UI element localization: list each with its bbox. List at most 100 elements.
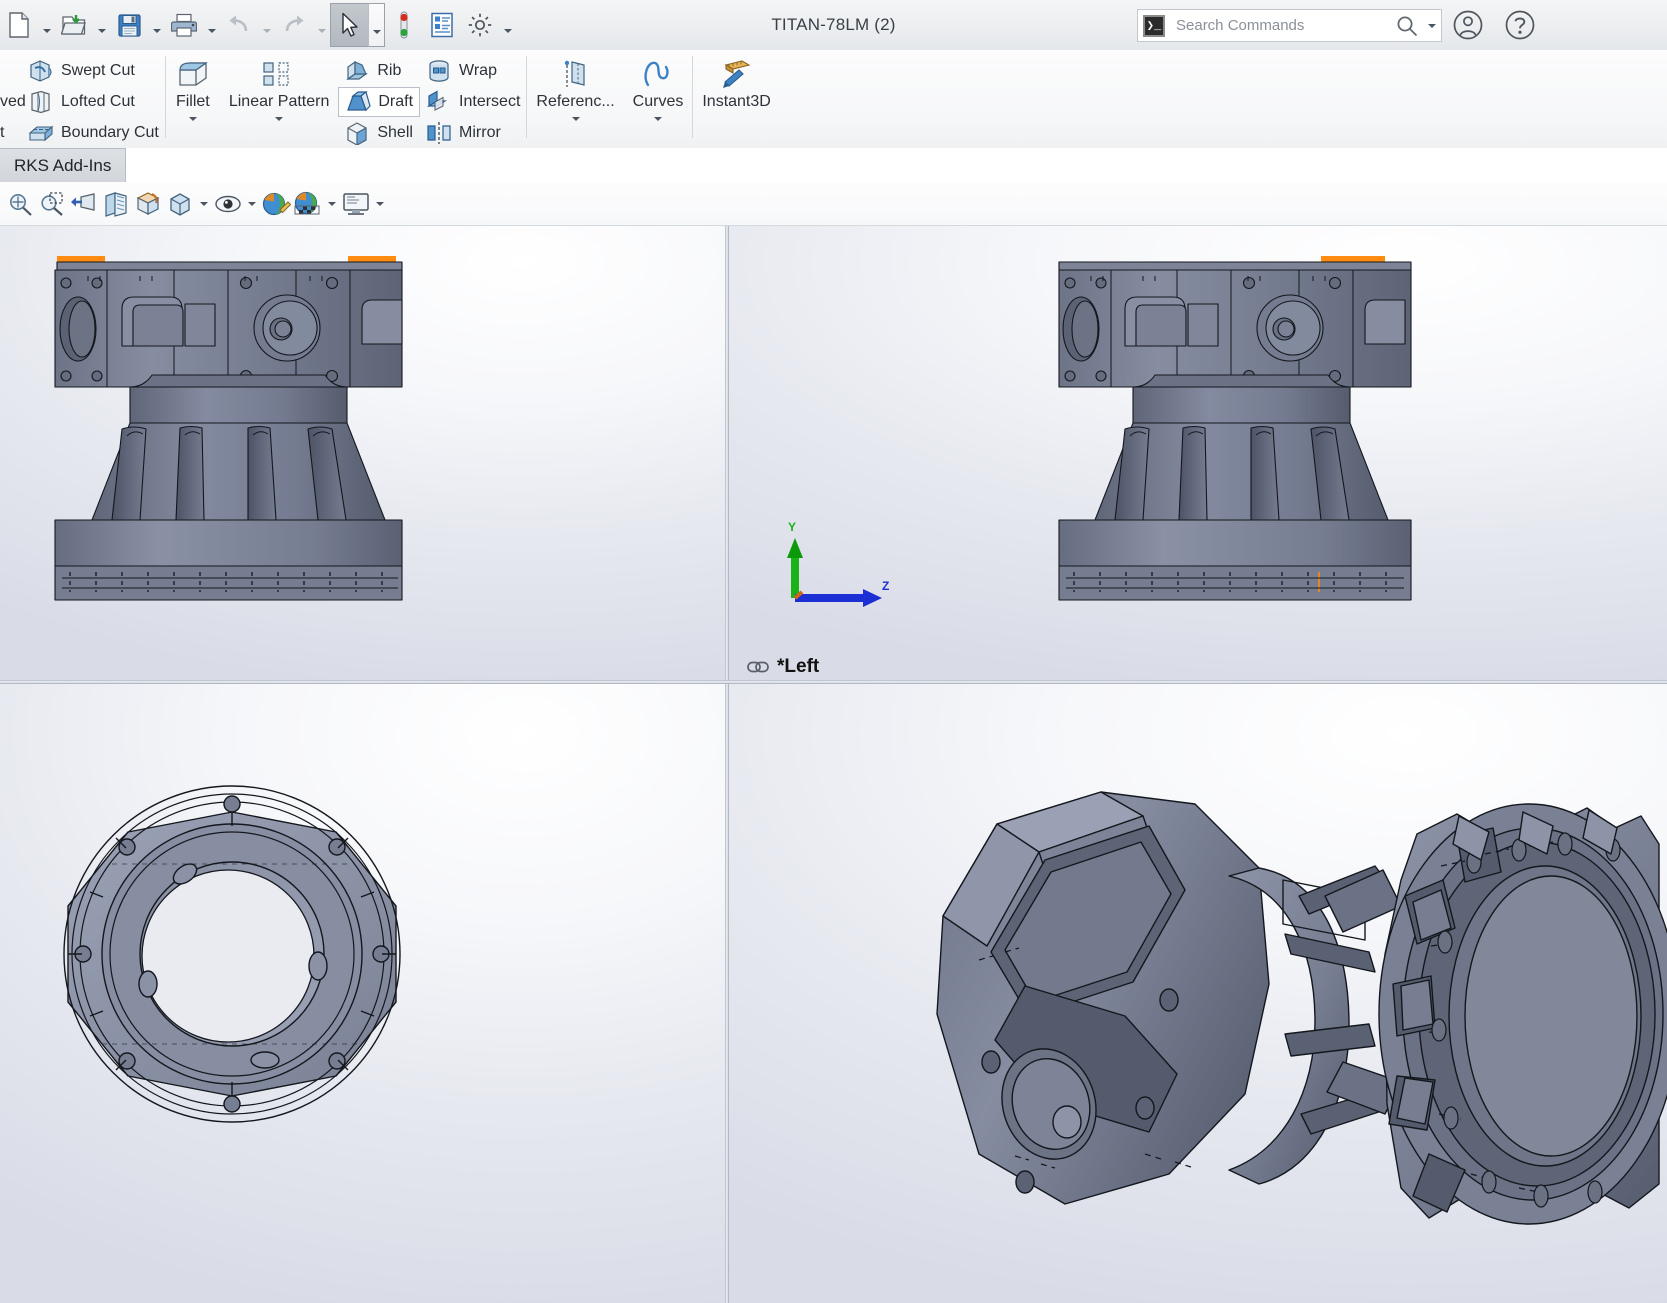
search-icon[interactable] xyxy=(1395,14,1419,38)
shell-label: Shell xyxy=(377,123,413,141)
viewport-horizontal-splitter[interactable] xyxy=(0,680,1667,684)
print-document-dropdown[interactable] xyxy=(203,4,220,46)
mirror-icon xyxy=(426,121,452,145)
lofted-cut-button[interactable]: Lofted Cut xyxy=(22,87,165,118)
redo-dropdown[interactable] xyxy=(313,4,330,46)
curves-dropdown-caret-icon[interactable] xyxy=(654,117,662,139)
rib-icon xyxy=(344,59,370,83)
file-properties-button[interactable] xyxy=(423,4,461,46)
previous-view-icon[interactable] xyxy=(68,186,100,222)
tab-solidworks-add-ins[interactable]: RKS Add-Ins xyxy=(0,148,127,182)
new-document-dropdown[interactable] xyxy=(38,4,55,46)
undo-button[interactable] xyxy=(220,4,258,46)
curves-button[interactable]: Curves xyxy=(624,50,693,148)
display-style-dropdown-caret-icon[interactable] xyxy=(196,186,212,222)
search-commands-box[interactable]: ❯_ xyxy=(1137,9,1442,42)
draft-label: Draft xyxy=(378,92,414,110)
user-account-icon[interactable] xyxy=(1452,9,1484,41)
save-document-dropdown[interactable] xyxy=(148,4,165,46)
rib-button[interactable]: Rib xyxy=(338,56,420,87)
triad-label-y: Y xyxy=(788,520,797,534)
wrap-label: Wrap xyxy=(459,62,497,80)
help-question-icon[interactable] xyxy=(1504,9,1536,41)
viewport-layout-dropdown-caret-icon[interactable] xyxy=(372,186,388,222)
swept-cut-button[interactable]: Swept Cut xyxy=(22,56,165,87)
ribbon-tab-strip: RKS Add-Ins xyxy=(0,148,1667,183)
graphics-area[interactable]: Y Z *Left xyxy=(0,226,1667,1303)
open-document-button[interactable] xyxy=(55,4,93,46)
section-view-icon[interactable] xyxy=(100,186,132,222)
linear-pattern-icon xyxy=(259,56,299,92)
ribbon-clipped-left-column: ved t xyxy=(0,50,26,148)
rebuild-traffic-light-icon[interactable] xyxy=(385,4,423,46)
curves-label: Curves xyxy=(632,93,684,110)
wrap-icon xyxy=(426,59,452,83)
qat-select-group xyxy=(330,0,385,50)
viewport-bottom-left[interactable] xyxy=(0,684,725,1303)
wrap-button[interactable]: Wrap xyxy=(420,56,526,87)
fillet-dropdown-caret-icon[interactable] xyxy=(188,117,197,139)
reference-geometry-dropdown-caret-icon[interactable] xyxy=(571,117,580,139)
reference-geometry-label: Referenc... xyxy=(536,93,615,110)
ribbon-column-rib-draft-shell: Rib Draft Shell xyxy=(338,50,421,148)
apply-scene-icon[interactable] xyxy=(292,186,324,222)
swept-cut-label: Swept Cut xyxy=(61,62,135,80)
linear-pattern-button[interactable]: Linear Pattern xyxy=(220,50,339,148)
ribbon-group-cut-features: Swept Cut Lofted Cut Boundary Cut xyxy=(22,50,165,148)
mirror-button[interactable]: Mirror xyxy=(420,117,526,148)
draft-button[interactable]: Draft xyxy=(338,86,421,118)
new-document-button[interactable] xyxy=(0,4,38,46)
hide-show-items-icon[interactable] xyxy=(212,186,244,222)
boundary-cut-button[interactable]: Boundary Cut xyxy=(22,117,165,148)
linear-pattern-dropdown-caret-icon[interactable] xyxy=(275,117,284,139)
qat-redo-group xyxy=(275,0,330,50)
edit-appearance-icon[interactable] xyxy=(260,186,292,222)
instant3d-button[interactable]: Instant3D xyxy=(693,50,779,148)
viewport-bottom-right[interactable]: X Y Z xyxy=(729,684,1667,1303)
draft-icon xyxy=(345,90,372,114)
viewport-vertical-splitter[interactable] xyxy=(725,226,729,1303)
search-input[interactable] xyxy=(1174,16,1395,35)
qat-fileprops-group xyxy=(423,0,461,50)
shell-button[interactable]: Shell xyxy=(338,117,420,148)
redo-button[interactable] xyxy=(275,4,313,46)
linear-pattern-label: Linear Pattern xyxy=(228,93,330,110)
select-tool-button[interactable] xyxy=(330,3,368,47)
reference-geometry-icon xyxy=(558,56,594,92)
fillet-label: Fillet xyxy=(175,93,210,110)
select-tool-dropdown[interactable] xyxy=(368,3,385,47)
open-document-dropdown[interactable] xyxy=(93,4,110,46)
qat-print-group xyxy=(165,0,220,50)
viewport-layout-icon[interactable] xyxy=(340,186,372,222)
zoom-to-fit-icon[interactable] xyxy=(4,186,36,222)
qat-new-group xyxy=(0,0,55,50)
search-dropdown-chevron-down-icon[interactable] xyxy=(1423,23,1441,28)
lofted-cut-icon xyxy=(28,90,54,114)
options-dropdown[interactable] xyxy=(499,4,516,46)
fillet-button[interactable]: Fillet xyxy=(166,50,220,148)
display-style-icon[interactable] xyxy=(164,186,196,222)
triad-top-right: Y Z xyxy=(781,520,891,616)
instant3d-label: Instant3D xyxy=(702,93,771,110)
print-document-button[interactable] xyxy=(165,4,203,46)
intersect-icon xyxy=(426,90,452,114)
qat-save-group xyxy=(110,0,165,50)
ribbon-column-wrap-intersect-mirror: Wrap Intersect Mirror xyxy=(420,50,526,148)
intersect-label: Intersect xyxy=(459,93,521,110)
viewport-top-left[interactable] xyxy=(0,226,725,680)
command-prompt-icon: ❯_ xyxy=(1143,14,1165,37)
gear-icon[interactable] xyxy=(461,4,499,46)
viewport-top-right[interactable]: Y Z *Left xyxy=(729,226,1667,680)
link-chain-icon xyxy=(747,660,769,674)
reference-geometry-button[interactable]: Referenc... xyxy=(527,50,623,148)
swept-cut-icon xyxy=(28,59,54,83)
save-document-button[interactable] xyxy=(110,4,148,46)
intersect-button[interactable]: Intersect xyxy=(420,87,526,118)
instant3d-icon xyxy=(717,56,757,92)
undo-dropdown[interactable] xyxy=(258,4,275,46)
zoom-to-area-icon[interactable] xyxy=(36,186,68,222)
apply-scene-dropdown-caret-icon[interactable] xyxy=(324,186,340,222)
hide-show-items-dropdown-caret-icon[interactable] xyxy=(244,186,260,222)
view-orientation-icon[interactable] xyxy=(132,186,164,222)
lofted-cut-label: Lofted Cut xyxy=(61,93,135,110)
